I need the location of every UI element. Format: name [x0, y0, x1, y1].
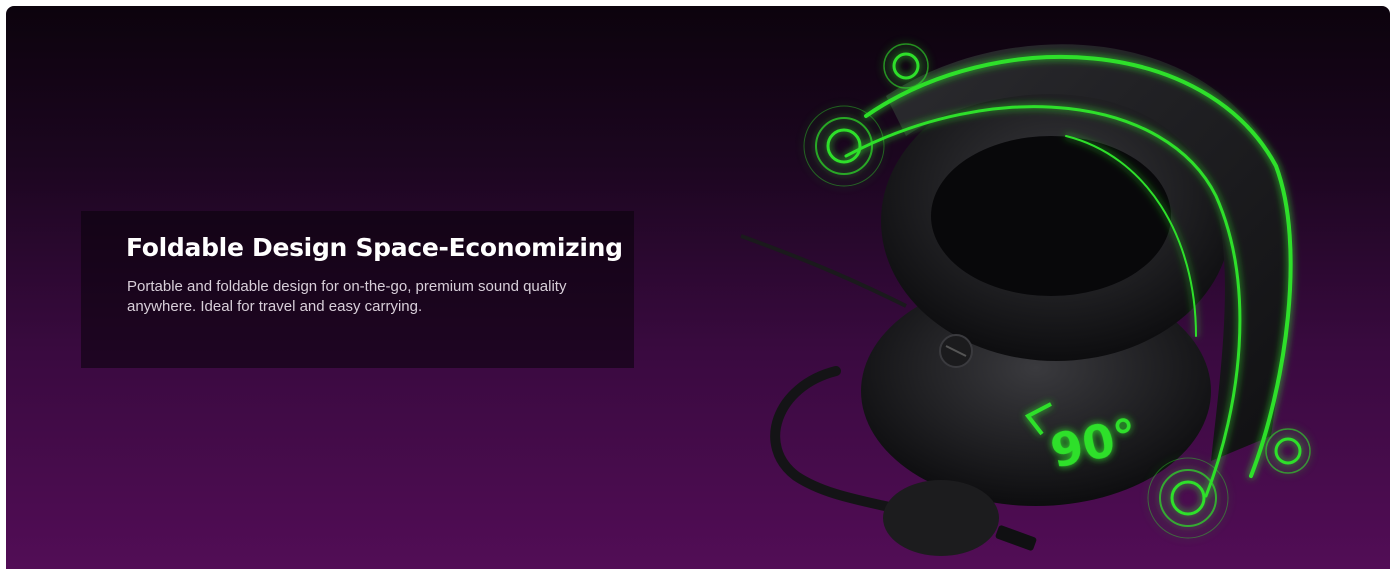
- folded-headset-image: 90°: [740, 43, 1311, 556]
- feature-banner: Foldable Design Space-Economizing Portab…: [6, 6, 1390, 569]
- ear-cup-cushion: [931, 136, 1171, 296]
- headset-cable: [740, 234, 907, 308]
- mic-windscreen-icon: [883, 480, 999, 556]
